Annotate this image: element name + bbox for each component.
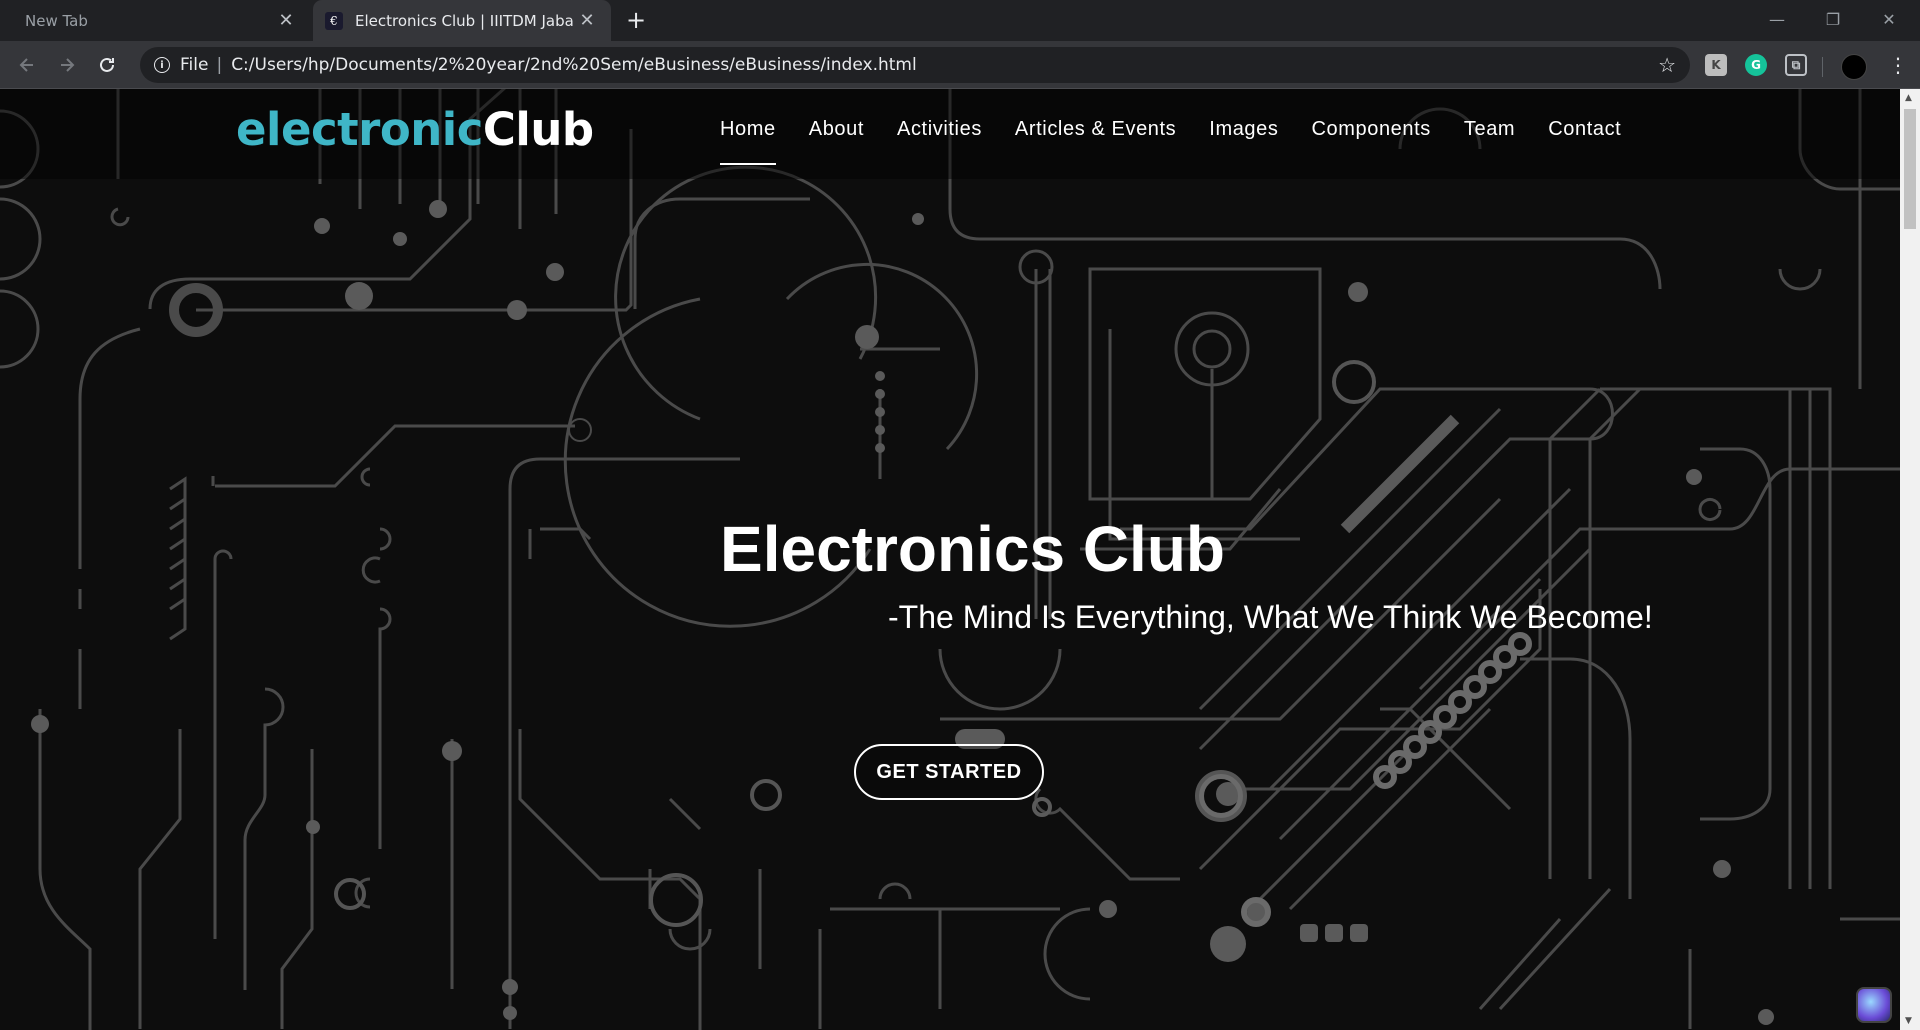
toolbar-divider	[1822, 57, 1823, 77]
restore-button[interactable]: ❐	[1810, 0, 1856, 38]
scroll-down-icon[interactable]: ▼	[1905, 1016, 1912, 1026]
logo-part-club: Club	[482, 103, 594, 156]
bookmark-star-icon[interactable]: ☆	[1658, 53, 1676, 77]
info-icon[interactable]: i	[154, 57, 170, 73]
site-header: electronicClub Home About Activities Art…	[0, 89, 1900, 179]
page-viewport: electronicClub Home About Activities Art…	[0, 89, 1900, 1030]
site-favicon-icon: €	[325, 11, 343, 30]
close-icon[interactable]: ✕	[274, 9, 298, 33]
tab-title: New Tab	[25, 11, 88, 30]
screen-capture-icon[interactable]: ⧉	[1785, 54, 1807, 76]
main-nav: Home About Activities Articles & Events …	[720, 118, 1654, 165]
url-text[interactable]: C:/Users/hp/Documents/2%20year/2nd%20Sem…	[231, 55, 917, 75]
browser-tabstrip: New Tab ✕ € Electronics Club | IIITDM Ja…	[0, 0, 1920, 41]
logo-part-electronic: electronic	[236, 103, 483, 156]
new-tab-button[interactable]: +	[622, 6, 650, 34]
reload-icon[interactable]	[92, 50, 122, 80]
grammarly-icon[interactable]: G	[1745, 54, 1767, 76]
tab-title: Electronics Club | IIITDM Jabalpur	[355, 11, 575, 30]
scheme-separator: |	[216, 55, 223, 75]
scheme-label: File	[180, 55, 209, 75]
nav-images[interactable]: Images	[1209, 118, 1278, 165]
scroll-up-icon[interactable]: ▲	[1905, 93, 1912, 103]
nav-contact[interactable]: Contact	[1548, 118, 1621, 165]
back-arrow-icon[interactable]	[12, 50, 42, 80]
hero-subtitle: -The Mind Is Everything, What We Think W…	[888, 599, 1653, 635]
profile-avatar[interactable]	[1841, 54, 1867, 80]
address-bar[interactable]: i File | C:/Users/hp/Documents/2%20year/…	[140, 47, 1690, 83]
scrollbar-thumb[interactable]	[1904, 109, 1916, 229]
browser-toolbar: i File | C:/Users/hp/Documents/2%20year/…	[0, 41, 1920, 89]
window-close-button[interactable]: ✕	[1866, 0, 1912, 38]
browser-menu-icon[interactable]: ⋮	[1888, 51, 1908, 79]
tab-electronics-club[interactable]: € Electronics Club | IIITDM Jabalpur ✕	[313, 0, 611, 41]
site-logo[interactable]: electronicClub	[236, 103, 594, 156]
nav-home[interactable]: Home	[720, 118, 776, 165]
nav-articles-events[interactable]: Articles & Events	[1015, 118, 1176, 165]
nav-about[interactable]: About	[809, 118, 864, 165]
forward-arrow-icon[interactable]	[52, 50, 82, 80]
get-started-button[interactable]: GET STARTED	[854, 744, 1044, 800]
assistant-orb-icon[interactable]	[1856, 987, 1892, 1023]
minimize-button[interactable]: —	[1754, 0, 1800, 38]
tab-new-tab[interactable]: New Tab ✕	[8, 0, 310, 41]
nav-components[interactable]: Components	[1311, 118, 1430, 165]
nav-activities[interactable]: Activities	[897, 118, 982, 165]
k-extension-icon[interactable]: K	[1705, 54, 1727, 76]
hero-title: Electronics Club	[720, 513, 1225, 585]
nav-team[interactable]: Team	[1464, 118, 1515, 165]
close-icon[interactable]: ✕	[575, 9, 599, 33]
page-scrollbar[interactable]: ▲ ▼	[1900, 89, 1920, 1030]
